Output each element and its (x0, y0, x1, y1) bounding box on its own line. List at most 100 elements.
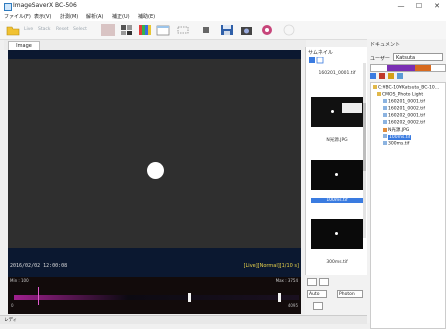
histogram-low-value: 0 (11, 303, 14, 308)
tree-item-folder[interactable]: CMOS_Photo Light (377, 92, 423, 98)
tree-item-file[interactable]: 160201_0002.tif (383, 106, 425, 112)
window-title: ImageSaverX BC-506 (13, 2, 77, 9)
settings-icon[interactable] (260, 24, 274, 36)
help-icon[interactable] (282, 24, 296, 36)
histogram-marker (38, 287, 39, 305)
file-icon (383, 120, 387, 124)
image-frame (8, 59, 301, 248)
menu-view[interactable]: 表示(V) (34, 13, 51, 20)
document-toolbar (370, 73, 410, 80)
image-view[interactable]: 2016/02/02 12:00:08 [Live][Normal][1/10 … (8, 50, 301, 277)
document-panel: ドキュメント ユーザー Katsuta C:¥BC-10¥Katsuta_BC-… (367, 39, 446, 329)
user-label: ユーザー (370, 56, 390, 62)
acquisition-status: [Live][Normal][1/10 s] (243, 263, 299, 269)
thumbnail-scrollbar-thumb[interactable] (363, 103, 366, 171)
file-icon (383, 141, 387, 145)
filter-highlight-secondary (415, 65, 431, 71)
chip-icon[interactable] (200, 24, 212, 36)
stack-button[interactable]: Stack (38, 27, 50, 32)
file-icon (383, 106, 387, 110)
thumbnail-tile[interactable] (311, 160, 363, 190)
thumbnail-spot (335, 232, 338, 235)
person-icon[interactable] (313, 302, 323, 310)
menu-assist[interactable]: 補助(E) (138, 13, 155, 20)
maximize-button[interactable]: ☐ (410, 0, 428, 12)
menu-measure[interactable]: 計測(M) (60, 13, 78, 20)
histogram-panel[interactable]: Min : 100 Max : 3754 0 4095 (8, 277, 301, 314)
tree-item-file[interactable]: 160202_0001.tif (383, 113, 425, 119)
linear-scale-icon[interactable] (307, 278, 317, 286)
image-timestamp: 2016/02/02 12:00:08 (10, 263, 68, 269)
thumbnail-tile[interactable] (311, 97, 363, 127)
thumbnail-panel-title: サムネイル (308, 50, 333, 56)
minimize-button[interactable]: — (392, 0, 410, 12)
file-icon (383, 99, 387, 103)
roi-icon[interactable] (176, 24, 190, 36)
new-doc-icon (370, 73, 376, 79)
histogram-max-label: Max : 3754 (275, 278, 298, 283)
thumbnail-overlay-box (342, 103, 362, 113)
histogram-bar (14, 295, 299, 300)
tree-item-file[interactable]: 160202_0002.tif (383, 120, 425, 126)
thumbnail-label[interactable]: 300ms.tif (311, 260, 363, 265)
document-filter-bar[interactable] (370, 64, 446, 72)
tree-item-file[interactable]: N光源.JPG (383, 127, 409, 133)
thumbnail-tile[interactable] (311, 219, 363, 249)
auto-label: Auto (309, 292, 320, 297)
thumbnail-scrollbar[interactable] (363, 63, 366, 238)
menu-file[interactable]: ファイル(F) (4, 13, 31, 20)
histogram-low-handle[interactable] (188, 293, 191, 302)
menu-correct[interactable]: 補正(U) (112, 13, 130, 20)
file-icon (383, 113, 387, 117)
status-text: レディ (4, 318, 18, 323)
tree-item-root[interactable]: C:¥BC-10¥Katsuta_BC-10… (373, 85, 439, 91)
camera-icon[interactable] (240, 24, 254, 36)
histogram-high-value: 4095 (287, 303, 298, 308)
filter-highlight (387, 65, 415, 71)
thumbnail-label[interactable]: N光源.JPG (311, 137, 363, 143)
user-select[interactable]: Katsuta (393, 53, 443, 61)
histogram-high-handle[interactable] (278, 293, 281, 302)
menu-analyze[interactable]: 解析(A) (86, 13, 103, 20)
grid-icon[interactable] (120, 24, 134, 36)
stop-icon[interactable] (101, 24, 115, 36)
folder-icon (373, 85, 377, 89)
thumbnail-label[interactable]: 100ms.tif (311, 198, 363, 203)
menu-bar: ファイル(F) 表示(V) 計測(M) 解析(A) 補正(U) 補助(E) (0, 12, 446, 21)
document-tree[interactable]: C:¥BC-10¥Katsuta_BC-10… CMOS_Photo Light… (370, 82, 446, 329)
histogram-min-label: Min : 100 (10, 278, 29, 283)
tree-item-label: C:¥BC-10¥Katsuta_BC-10… (378, 85, 440, 91)
tree-item-file[interactable]: 300ms.tif (383, 141, 409, 147)
folder-icon (388, 73, 394, 79)
log-scale-icon[interactable] (319, 278, 329, 286)
close-button[interactable]: ✕ (428, 0, 446, 12)
tree-item-label: CMOS_Photo Light (382, 92, 424, 98)
save-icon[interactable] (220, 24, 234, 36)
reset-button[interactable]: Reset (56, 27, 69, 32)
refresh-icon (397, 73, 403, 79)
tree-item-label: 160202_0002.tif (388, 120, 425, 126)
file-icon (383, 134, 387, 138)
folder-icon (377, 92, 381, 96)
tree-item-file[interactable]: 100ms.tif (383, 134, 412, 140)
thumbnail-view-icon (309, 57, 315, 63)
thumbnail-toolbar (309, 56, 329, 64)
color-bars-icon[interactable] (138, 24, 152, 36)
document-panel-title: ドキュメント (370, 42, 401, 48)
tree-item-file[interactable]: 160201_0001.tif (383, 99, 425, 105)
thumbnail-list-icon (316, 56, 324, 64)
delete-icon (379, 73, 385, 79)
toolbar: Live Stack Reset Select (0, 21, 446, 40)
select-button[interactable]: Select (73, 27, 87, 32)
tree-item-label: 160201_0001.tif (388, 99, 425, 105)
auto-button[interactable]: Auto (307, 290, 327, 298)
tree-item-label: 160202_0001.tif (388, 113, 425, 119)
thumbnail-spot (335, 173, 338, 176)
thumbnail-label[interactable]: 160201_0001.tif (311, 71, 363, 76)
window-icon[interactable] (156, 24, 170, 36)
live-button[interactable]: Live (24, 27, 33, 32)
open-folder-icon[interactable] (6, 24, 20, 36)
tree-item-label-selected: 100ms.tif (388, 134, 412, 140)
light-spot (147, 162, 164, 179)
photon-button[interactable]: Photon (337, 290, 363, 298)
